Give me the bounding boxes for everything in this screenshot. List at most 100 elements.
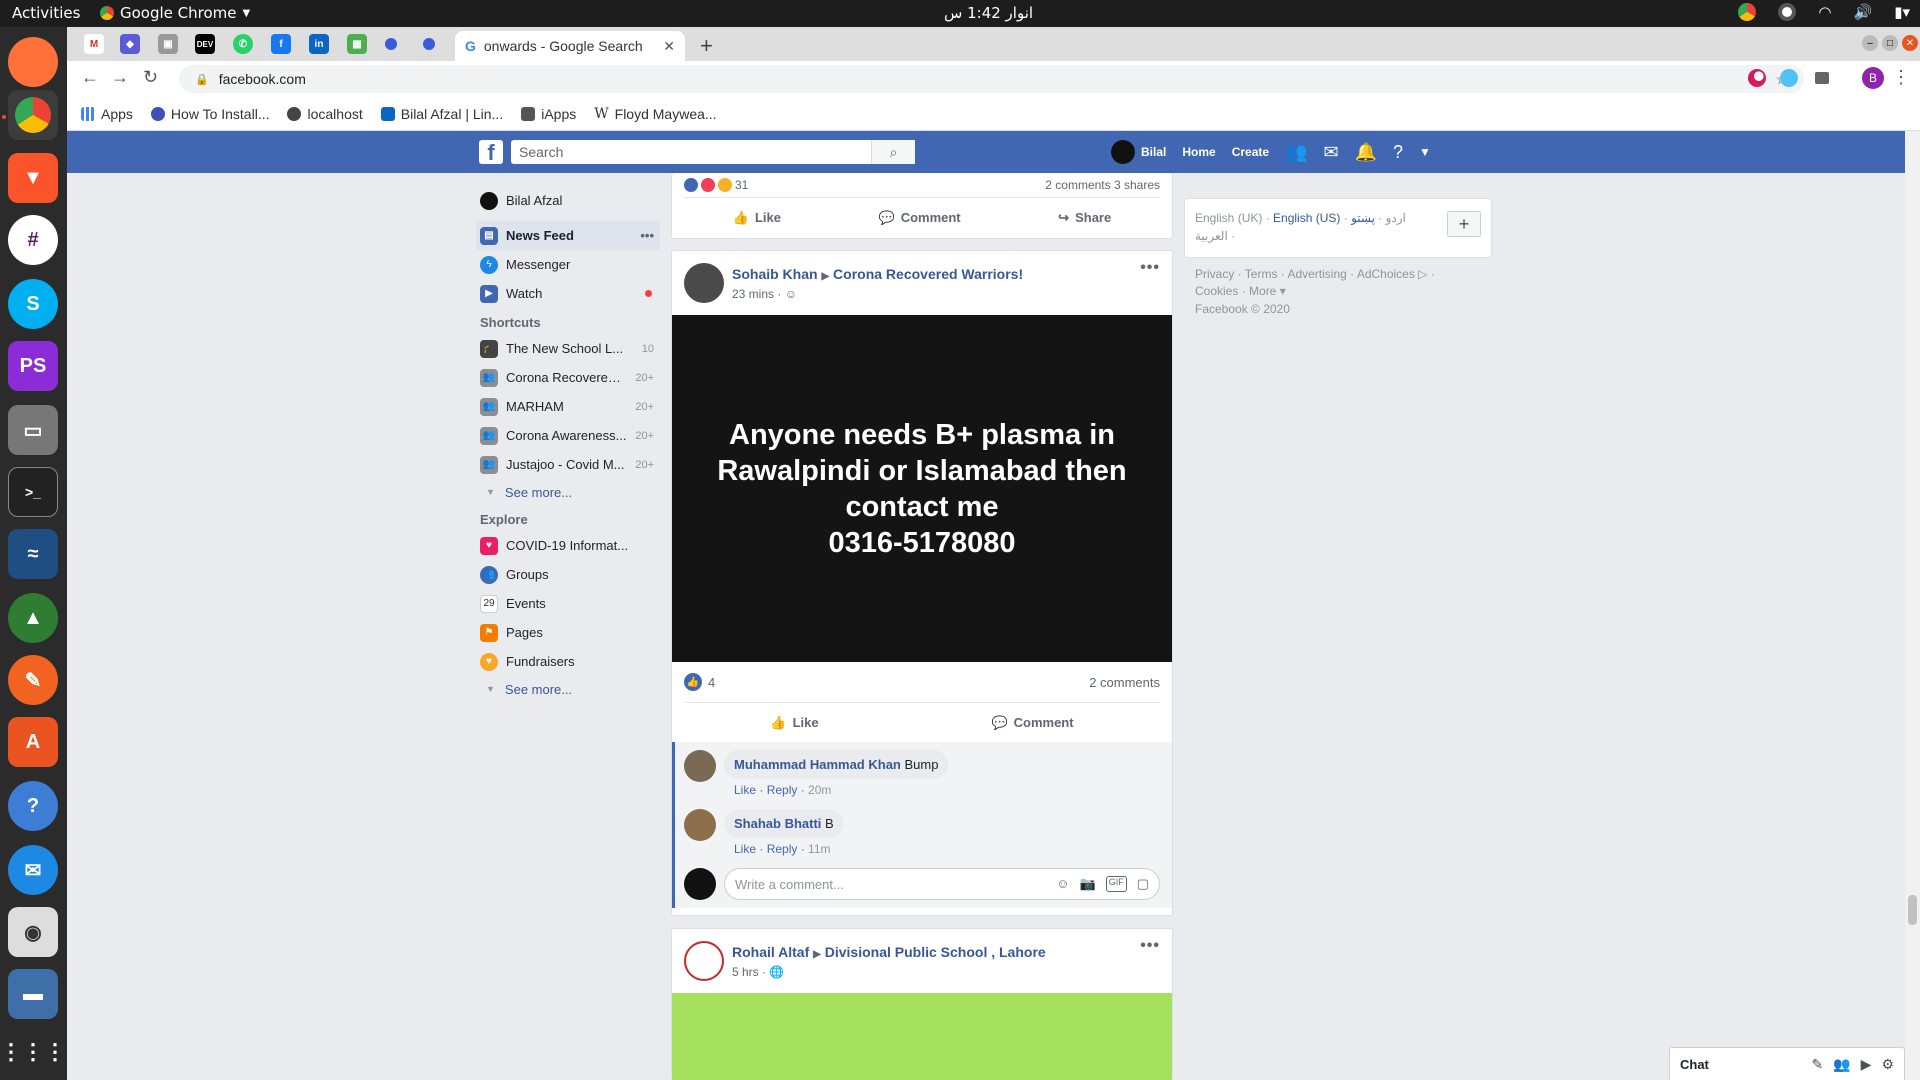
video-call-icon[interactable]: ▶ xyxy=(1861,1056,1872,1073)
search-icon[interactable]: ⌕ xyxy=(871,140,915,164)
new-tab-button[interactable]: + xyxy=(700,33,713,59)
tab-icon[interactable]: ◆ xyxy=(120,34,140,54)
add-language-button[interactable]: + xyxy=(1447,211,1481,237)
whatsapp-tab-icon[interactable]: ✆ xyxy=(233,34,253,54)
post-text-image[interactable]: Anyone needs B+ plasma in Rawalpindi or … xyxy=(672,315,1172,662)
linkedin-tab-icon[interactable]: in xyxy=(309,34,329,54)
post-author[interactable]: Sohaib Khan xyxy=(732,266,818,282)
lang-pashto[interactable]: پښتو xyxy=(1351,211,1375,225)
more-options-icon[interactable]: ••• xyxy=(1140,259,1160,277)
shortcut-item[interactable]: 👥 MARHAM 20+ xyxy=(476,392,660,421)
page-scrollbar[interactable] xyxy=(1905,131,1920,1080)
post-group[interactable]: Divisional Public School , Lahore xyxy=(825,944,1046,960)
comment-like-link[interactable]: Like xyxy=(734,842,756,856)
messenger-icon[interactable]: ✉ xyxy=(1323,142,1338,163)
comment-time[interactable]: 20m xyxy=(808,783,831,797)
skype-icon[interactable]: S xyxy=(8,279,58,329)
avatar[interactable] xyxy=(684,941,724,981)
chrome-indicator-icon[interactable] xyxy=(1738,3,1757,21)
chat-bar[interactable]: Chat ✎ 👥 ▶ ⚙ xyxy=(1669,1047,1905,1080)
bookmark-item[interactable]: localhost xyxy=(287,106,363,122)
chrome-dock-icon[interactable] xyxy=(8,90,58,140)
mysql-workbench-icon[interactable]: ≈ xyxy=(8,529,58,579)
phpstorm-icon[interactable]: PS xyxy=(8,341,58,391)
more-icon[interactable]: ••• xyxy=(640,228,654,243)
profile-avatar[interactable]: B xyxy=(1862,67,1884,89)
thunderbird-icon[interactable]: ✉ xyxy=(8,845,58,895)
extension-icon[interactable] xyxy=(1748,69,1766,87)
scrollbar-thumb[interactable] xyxy=(1908,895,1917,925)
avatar[interactable] xyxy=(684,750,716,782)
post-author[interactable]: Rohail Altaf xyxy=(732,944,809,960)
post-time[interactable]: 5 hrs · 🌐 xyxy=(732,965,784,979)
comment-reply-link[interactable]: Reply xyxy=(767,842,798,856)
bookmark-apps[interactable]: Apps xyxy=(81,106,133,122)
sidebar-profile[interactable]: Bilal Afzal xyxy=(476,186,660,215)
share-count[interactable]: 3 shares xyxy=(1114,178,1160,192)
tab-icon[interactable]: ▣ xyxy=(158,34,178,54)
comment-input[interactable]: Write a comment... ☺ 📷 GIF ▢ xyxy=(724,868,1160,900)
nav-home[interactable]: Home xyxy=(1182,145,1215,159)
shortcut-item[interactable]: 👥 Corona Awareness... 20+ xyxy=(476,421,660,450)
more-options-icon[interactable]: ••• xyxy=(1140,937,1160,955)
bookmark-item[interactable]: W Floyd Maywea... xyxy=(594,106,716,122)
comment-count[interactable]: 2 comments xyxy=(1045,178,1110,192)
sidebar-item-messenger[interactable]: ϟ Messenger xyxy=(476,250,660,279)
battery-icon[interactable]: ▮▾ xyxy=(1894,3,1910,21)
software-center-icon[interactable]: A xyxy=(8,717,58,767)
maximize-button[interactable]: □ xyxy=(1882,35,1898,51)
comment-button[interactable]: 💬 Comment xyxy=(991,715,1073,731)
notifications-bell-icon[interactable]: 🔔 xyxy=(1355,142,1377,163)
tab-icon[interactable] xyxy=(385,38,397,50)
firefox-icon[interactable] xyxy=(8,37,58,87)
gmail-tab-icon[interactable]: M xyxy=(84,34,104,54)
record-icon[interactable] xyxy=(1778,3,1797,21)
help-icon[interactable]: ? xyxy=(8,781,58,831)
comment-button[interactable]: 💬 Comment xyxy=(879,210,961,226)
tab-active[interactable]: G onwards - Google Search ✕ xyxy=(455,31,685,61)
avatar[interactable] xyxy=(684,263,724,303)
comment-author[interactable]: Shahab Bhatti xyxy=(734,816,821,831)
explore-item-pages[interactable]: ⚑ Pages xyxy=(476,618,660,647)
friends-icon[interactable]: 👥 xyxy=(1285,142,1307,163)
slack-icon[interactable]: # xyxy=(8,215,58,265)
comment-count[interactable]: 2 comments xyxy=(1089,675,1160,690)
gif-icon[interactable]: GIF xyxy=(1105,876,1127,892)
comment-reply-link[interactable]: Reply xyxy=(767,783,798,797)
extension-icon[interactable] xyxy=(1780,69,1798,87)
lang-english-us[interactable]: English (US) xyxy=(1273,211,1340,225)
media-icon[interactable] xyxy=(1815,72,1829,84)
emoji-icon[interactable]: ☺ xyxy=(1056,876,1069,892)
camera-icon[interactable]: 📷 xyxy=(1080,876,1096,892)
footer-links-line[interactable]: Cookies · More ▾ xyxy=(1195,283,1495,300)
sticker-icon[interactable]: ▢ xyxy=(1137,876,1149,892)
bookmark-item[interactable]: Bilal Afzal | Lin... xyxy=(380,106,503,122)
files-icon[interactable]: ▭ xyxy=(8,405,58,455)
help-icon[interactable]: ? xyxy=(1393,142,1403,163)
lang-urdu[interactable]: اردو xyxy=(1386,211,1406,225)
facebook-logo-icon[interactable]: f xyxy=(479,140,503,165)
new-group-icon[interactable]: 👥 xyxy=(1833,1056,1850,1073)
forward-button[interactable]: → xyxy=(111,67,129,88)
avatar[interactable] xyxy=(684,809,716,841)
explore-item-groups[interactable]: 👥 Groups xyxy=(476,560,660,589)
activities-button[interactable]: Activities xyxy=(12,4,80,22)
see-more-explore[interactable]: ▼ See more... xyxy=(476,676,660,702)
sidebar-item-watch[interactable]: ▶ Watch xyxy=(476,279,660,308)
clock[interactable]: انوار 1:42 س xyxy=(944,4,1033,22)
screen-icon[interactable]: ▬ xyxy=(8,969,58,1019)
explore-item-covid[interactable]: ♥ COVID-19 Informat... xyxy=(476,531,660,560)
explore-item-events[interactable]: 29 Events xyxy=(476,589,660,618)
footer-links-line[interactable]: Privacy · Terms · Advertising · AdChoice… xyxy=(1195,266,1495,283)
post-image[interactable] xyxy=(672,993,1172,1080)
compose-icon[interactable]: ✎ xyxy=(1811,1056,1823,1073)
explore-item-fundraisers[interactable]: ♥ Fundraisers xyxy=(476,647,660,676)
like-button[interactable]: 👍 Like xyxy=(733,210,781,226)
shortcut-item[interactable]: 👥 Justajoo - Covid M... 20+ xyxy=(476,450,660,479)
like-button[interactable]: 👍 Like xyxy=(770,715,818,731)
rocket-icon[interactable]: ▲ xyxy=(8,593,58,643)
shortcut-item[interactable]: 👥 Corona Recovered ... 20+ xyxy=(476,363,660,392)
close-window-button[interactable]: ✕ xyxy=(1902,35,1918,51)
lang-english-uk[interactable]: English (UK) xyxy=(1195,211,1262,225)
menu-icon[interactable]: ⋮ xyxy=(1892,67,1910,88)
